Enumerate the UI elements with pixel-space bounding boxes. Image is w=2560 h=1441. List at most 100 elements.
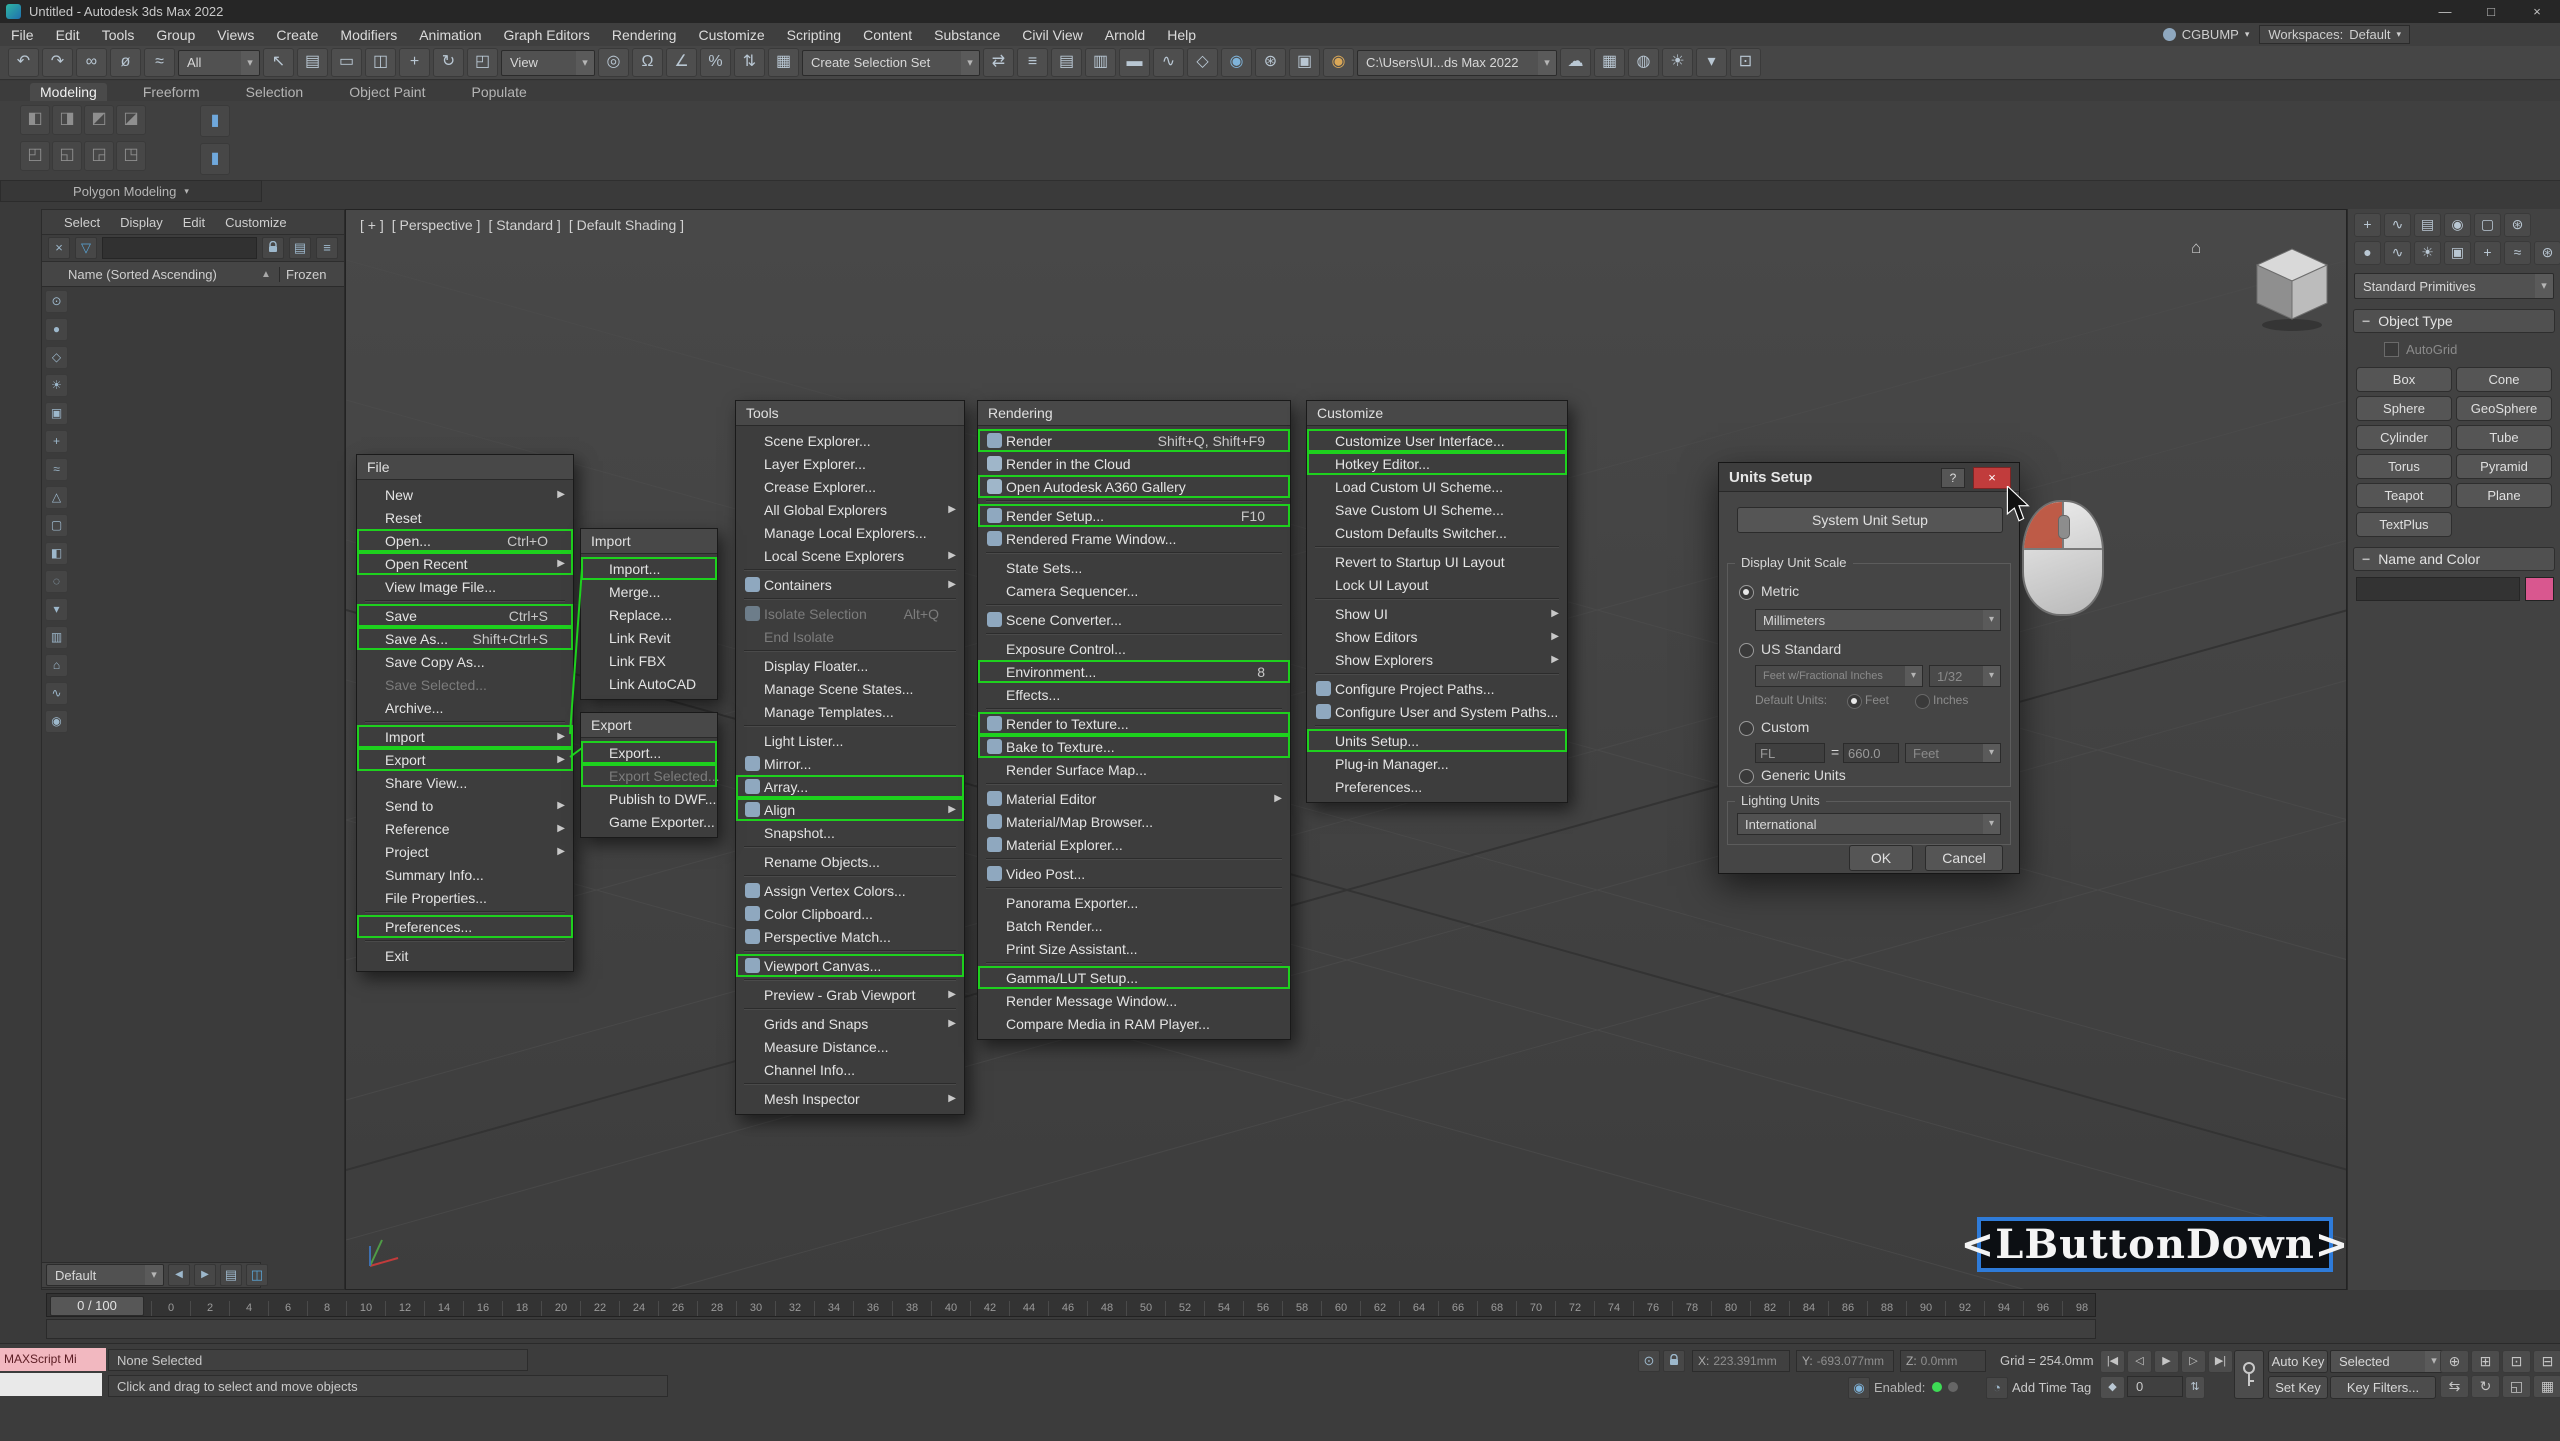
- menu-item-material-map-browser[interactable]: Material/Map Browser...: [978, 810, 1290, 833]
- layer-explorer-toggle-icon[interactable]: ▥: [1085, 48, 1116, 77]
- render-setup-icon[interactable]: ⊛: [1255, 48, 1286, 77]
- close-button[interactable]: ×: [2514, 1, 2560, 23]
- menu-item-perspective-match[interactable]: Perspective Match...: [736, 925, 964, 948]
- menu-item-manage-templates[interactable]: Manage Templates...: [736, 700, 964, 723]
- isolate-selection-toggle-icon[interactable]: ⊙: [1638, 1350, 1660, 1372]
- next-arrow-icon[interactable]: ▶: [194, 1264, 216, 1286]
- menu-item-render-message-window[interactable]: Render Message Window...: [978, 989, 1290, 1012]
- menu-help[interactable]: Help: [1156, 24, 1207, 46]
- menu-item-customize-user-interface[interactable]: Customize User Interface...: [1307, 429, 1567, 452]
- select-children-icon[interactable]: ∿: [45, 682, 68, 705]
- feet-radio[interactable]: [1847, 694, 1862, 709]
- use-pivot-center-icon[interactable]: ◎: [598, 48, 629, 77]
- geometry-category-icon[interactable]: ●: [2354, 241, 2381, 265]
- render-gallery-icon[interactable]: ▦: [1594, 48, 1625, 77]
- pyramid-button[interactable]: Pyramid: [2456, 454, 2552, 479]
- menu-item-merge[interactable]: Merge...: [581, 580, 717, 603]
- menu-item-lock-ui-layout[interactable]: Lock UI Layout: [1307, 573, 1567, 596]
- cylinder-button[interactable]: Cylinder: [2356, 425, 2452, 450]
- menu-item-exit[interactable]: Exit: [357, 944, 573, 967]
- display-all-icon[interactable]: ⊙: [45, 290, 68, 313]
- ribbon-tab-selection[interactable]: Selection: [236, 83, 314, 101]
- viewport-pov-menu[interactable]: [ Perspective ]: [392, 217, 481, 233]
- menu-item-open[interactable]: Open...Ctrl+O: [357, 529, 573, 552]
- percent-snap-icon[interactable]: %: [700, 48, 731, 77]
- time-ruler[interactable]: 0 / 100 02468101214161820222426283032343…: [46, 1293, 2096, 1317]
- menu-item-configure-project-paths[interactable]: Configure Project Paths...: [1307, 677, 1567, 700]
- menu-item-assign-vertex-colors[interactable]: Assign Vertex Colors...: [736, 879, 964, 902]
- menu-item-link-fbx[interactable]: Link FBX: [581, 649, 717, 672]
- menu-item-crease-explorer[interactable]: Crease Explorer...: [736, 475, 964, 498]
- menu-item-scene-explorer[interactable]: Scene Explorer...: [736, 429, 964, 452]
- viewport-standard-menu[interactable]: [ Standard ]: [488, 217, 560, 233]
- clock-icon[interactable]: ◔: [1986, 1377, 2008, 1399]
- maximize-button[interactable]: □: [2468, 1, 2514, 23]
- torus-button[interactable]: Torus: [2356, 454, 2452, 479]
- render-in-cloud-icon[interactable]: ☁: [1560, 48, 1591, 77]
- select-object-icon[interactable]: ↖: [263, 48, 294, 77]
- menu-item-environment[interactable]: Environment...8: [978, 660, 1290, 683]
- display-spacewarps-icon[interactable]: ≈: [45, 458, 68, 481]
- custom-radio[interactable]: [1739, 721, 1754, 736]
- select-by-name-icon[interactable]: ▤: [297, 48, 328, 77]
- explorer-column-header[interactable]: Name (Sorted Ascending) ▲ Frozen: [42, 262, 344, 287]
- menu-item-save-as[interactable]: Save As...Shift+Ctrl+S: [357, 627, 573, 650]
- modify-mode-icon[interactable]: ▮: [200, 143, 230, 175]
- menu-civil-view[interactable]: Civil View: [1011, 24, 1093, 46]
- element-subobject-icon[interactable]: ◰: [20, 141, 50, 171]
- menu-item-display-floater[interactable]: Display Floater...: [736, 654, 964, 677]
- modify-tab-icon[interactable]: ∿: [2384, 213, 2411, 237]
- plane-button[interactable]: Plane: [2456, 483, 2552, 508]
- time-slider-handle[interactable]: 0 / 100: [50, 1296, 144, 1316]
- autogrid-checkbox[interactable]: [2384, 342, 2399, 357]
- lock-icon[interactable]: [262, 237, 284, 259]
- menu-item-configure-user-and-system-paths[interactable]: Configure User and System Paths...: [1307, 700, 1567, 723]
- menu-item-batch-render[interactable]: Batch Render...: [978, 914, 1290, 937]
- polygon-modeling-panel-caption[interactable]: Polygon Modeling ▾: [0, 180, 262, 202]
- display-frozen-icon[interactable]: ◧: [45, 542, 68, 565]
- menu-item-channel-info[interactable]: Channel Info...: [736, 1058, 964, 1081]
- edge-subobject-icon[interactable]: ◨: [52, 105, 82, 135]
- lighting-analysis-icon[interactable]: ☀: [1662, 48, 1693, 77]
- metric-units-dropdown[interactable]: Millimeters ▾: [1755, 609, 2001, 631]
- mirror-icon[interactable]: ⇄: [983, 48, 1014, 77]
- menu-edit[interactable]: Edit: [45, 24, 91, 46]
- select-and-scale-icon[interactable]: ◰: [467, 48, 498, 77]
- workspaces-dropdown[interactable]: Workspaces: Default ▾: [2259, 25, 2410, 44]
- display-lights-icon[interactable]: ☀: [45, 374, 68, 397]
- zoom-region-icon[interactable]: ⊟: [2533, 1350, 2560, 1373]
- play-animation-button[interactable]: ▶: [2154, 1350, 2179, 1373]
- menu-group[interactable]: Group: [145, 24, 206, 46]
- ribbon-toggle-icon[interactable]: ▬: [1119, 48, 1150, 77]
- frozen-column-header[interactable]: Frozen: [279, 267, 344, 282]
- menu-title[interactable]: File: [357, 455, 573, 480]
- generic-units-radio[interactable]: [1739, 769, 1754, 784]
- systems-category-icon[interactable]: ⊛: [2534, 241, 2560, 265]
- activeshade-icon[interactable]: ◍: [1628, 48, 1659, 77]
- bind-to-space-warp-icon[interactable]: ≈: [144, 48, 175, 77]
- sphere-button[interactable]: Sphere: [2356, 396, 2452, 421]
- current-frame-field[interactable]: 0: [2127, 1376, 2183, 1397]
- status-indicator-icon[interactable]: ◉: [1848, 1377, 1870, 1399]
- go-to-end-button[interactable]: ▶|: [2208, 1350, 2233, 1373]
- menu-rendering[interactable]: Rendering: [601, 24, 688, 46]
- us-units-dropdown[interactable]: Feet w/Fractional Inches ▾: [1755, 665, 1923, 687]
- name-column-header[interactable]: Name (Sorted Ascending): [42, 267, 261, 282]
- object-type-rollout[interactable]: − Object Type: [2353, 309, 2555, 333]
- menu-item-project[interactable]: Project▶: [357, 840, 573, 863]
- menu-item-color-clipboard[interactable]: Color Clipboard...: [736, 902, 964, 925]
- sort-by-type-icon[interactable]: ▥: [45, 626, 68, 649]
- menu-item-save[interactable]: SaveCtrl+S: [357, 604, 573, 627]
- selection-lock-toggle-icon[interactable]: [1663, 1350, 1685, 1372]
- menu-item-game-exporter[interactable]: Game Exporter...: [581, 810, 717, 833]
- display-helpers-icon[interactable]: +: [45, 430, 68, 453]
- curve-editor-icon[interactable]: ∿: [1153, 48, 1184, 77]
- motion-tab-icon[interactable]: ◉: [2444, 213, 2471, 237]
- auto-key-button[interactable]: Auto Key: [2268, 1350, 2328, 1373]
- list-icon[interactable]: ▤: [220, 1264, 242, 1286]
- viewport-layout-icon[interactable]: ▦: [2533, 1375, 2560, 1398]
- dual-pane-icon[interactable]: ◫: [246, 1264, 268, 1286]
- menu-item-panorama-exporter[interactable]: Panorama Exporter...: [978, 891, 1290, 914]
- previous-frame-button[interactable]: ◁: [2127, 1350, 2152, 1373]
- menu-item-render-setup[interactable]: Render Setup...F10: [978, 504, 1290, 527]
